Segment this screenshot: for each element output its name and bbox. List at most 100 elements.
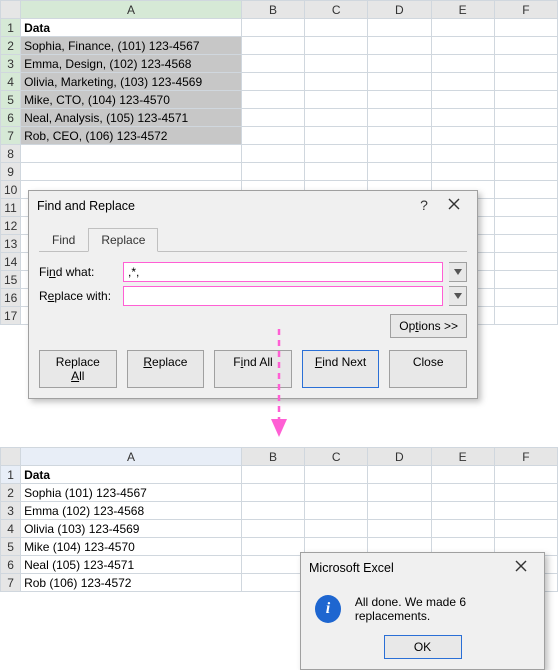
cell[interactable] bbox=[431, 19, 494, 37]
cell[interactable] bbox=[494, 235, 557, 253]
close-icon[interactable] bbox=[506, 559, 536, 577]
row-header[interactable]: 7 bbox=[1, 127, 21, 145]
row-header[interactable]: 4 bbox=[1, 73, 21, 91]
cell[interactable] bbox=[21, 145, 242, 163]
cell-A2[interactable]: Sophia, Finance, (101) 123-4567 bbox=[21, 37, 242, 55]
row-header[interactable]: 14 bbox=[1, 253, 21, 271]
cell-A5[interactable]: Mike, CTO, (104) 123-4570 bbox=[21, 91, 242, 109]
row-header[interactable]: 15 bbox=[1, 271, 21, 289]
cell[interactable] bbox=[494, 271, 557, 289]
cell[interactable] bbox=[368, 466, 431, 484]
cell[interactable] bbox=[305, 19, 368, 37]
row-header[interactable]: 11 bbox=[1, 199, 21, 217]
cell[interactable] bbox=[241, 502, 304, 520]
cell[interactable] bbox=[431, 163, 494, 181]
cell[interactable] bbox=[241, 37, 304, 55]
cell[interactable] bbox=[241, 163, 304, 181]
cell[interactable] bbox=[241, 484, 304, 502]
cell[interactable] bbox=[494, 502, 557, 520]
cell[interactable] bbox=[494, 127, 557, 145]
col-header-E[interactable]: E bbox=[431, 1, 494, 19]
cell[interactable] bbox=[305, 163, 368, 181]
tab-find[interactable]: Find bbox=[39, 228, 88, 252]
row-header[interactable]: 16 bbox=[1, 289, 21, 307]
row-header[interactable]: 6 bbox=[1, 556, 21, 574]
cell-A1[interactable]: Data bbox=[21, 466, 242, 484]
row-header[interactable]: 3 bbox=[1, 55, 21, 73]
help-button[interactable]: ? bbox=[409, 197, 439, 215]
ok-button[interactable]: OK bbox=[384, 635, 462, 659]
cell[interactable] bbox=[305, 91, 368, 109]
cell-A6[interactable]: Neal, Analysis, (105) 123-4571 bbox=[21, 109, 242, 127]
find-history-dropdown[interactable] bbox=[449, 262, 467, 282]
select-all-corner[interactable] bbox=[1, 1, 21, 19]
col-header-B[interactable]: B bbox=[241, 1, 304, 19]
cell[interactable] bbox=[431, 502, 494, 520]
cell[interactable] bbox=[431, 37, 494, 55]
cell[interactable] bbox=[368, 19, 431, 37]
find-what-input[interactable] bbox=[123, 262, 443, 282]
row-header[interactable]: 9 bbox=[1, 163, 21, 181]
cell[interactable] bbox=[368, 520, 431, 538]
cell[interactable] bbox=[494, 55, 557, 73]
tab-replace[interactable]: Replace bbox=[88, 228, 158, 252]
cell[interactable] bbox=[494, 520, 557, 538]
cell[interactable] bbox=[305, 55, 368, 73]
cell[interactable] bbox=[241, 55, 304, 73]
cell[interactable] bbox=[368, 145, 431, 163]
cell[interactable] bbox=[241, 19, 304, 37]
row-header[interactable]: 13 bbox=[1, 235, 21, 253]
select-all-corner[interactable] bbox=[1, 448, 21, 466]
col-header-D[interactable]: D bbox=[368, 448, 431, 466]
row-header[interactable]: 2 bbox=[1, 37, 21, 55]
cell-A5[interactable]: Mike (104) 123-4570 bbox=[21, 538, 242, 556]
cell[interactable] bbox=[305, 109, 368, 127]
col-header-C[interactable]: C bbox=[305, 1, 368, 19]
cell[interactable] bbox=[431, 55, 494, 73]
cell[interactable] bbox=[368, 91, 431, 109]
cell[interactable] bbox=[494, 91, 557, 109]
replace-history-dropdown[interactable] bbox=[449, 286, 467, 306]
cell-A7[interactable]: Rob (106) 123-4572 bbox=[21, 574, 242, 592]
dialog-titlebar[interactable]: Find and Replace ? bbox=[29, 191, 477, 221]
cell[interactable] bbox=[494, 253, 557, 271]
cell[interactable] bbox=[305, 484, 368, 502]
row-header[interactable]: 3 bbox=[1, 502, 21, 520]
row-header[interactable]: 2 bbox=[1, 484, 21, 502]
row-header[interactable]: 7 bbox=[1, 574, 21, 592]
col-header-E[interactable]: E bbox=[431, 448, 494, 466]
cell-A4[interactable]: Olivia (103) 123-4569 bbox=[21, 520, 242, 538]
row-header[interactable]: 10 bbox=[1, 181, 21, 199]
cell[interactable] bbox=[305, 466, 368, 484]
cell[interactable] bbox=[431, 520, 494, 538]
cell[interactable] bbox=[431, 466, 494, 484]
row-header[interactable]: 5 bbox=[1, 538, 21, 556]
col-header-F[interactable]: F bbox=[494, 448, 557, 466]
row-header[interactable]: 1 bbox=[1, 19, 21, 37]
cell[interactable] bbox=[21, 163, 242, 181]
row-header[interactable]: 4 bbox=[1, 520, 21, 538]
cell[interactable] bbox=[368, 73, 431, 91]
cell[interactable] bbox=[494, 145, 557, 163]
cell[interactable] bbox=[368, 55, 431, 73]
cell[interactable] bbox=[241, 127, 304, 145]
cell[interactable] bbox=[305, 145, 368, 163]
cell[interactable] bbox=[241, 145, 304, 163]
cell[interactable] bbox=[494, 37, 557, 55]
col-header-F[interactable]: F bbox=[494, 1, 557, 19]
cell[interactable] bbox=[494, 181, 557, 199]
close-icon[interactable] bbox=[439, 197, 469, 215]
cell[interactable] bbox=[494, 289, 557, 307]
cell[interactable] bbox=[431, 127, 494, 145]
cell[interactable] bbox=[494, 19, 557, 37]
cell-A6[interactable]: Neal (105) 123-4571 bbox=[21, 556, 242, 574]
cell[interactable] bbox=[241, 109, 304, 127]
cell-A3[interactable]: Emma, Design, (102) 123-4568 bbox=[21, 55, 242, 73]
col-header-D[interactable]: D bbox=[368, 1, 431, 19]
cell[interactable] bbox=[494, 73, 557, 91]
cell[interactable] bbox=[431, 109, 494, 127]
col-header-A[interactable]: A bbox=[21, 1, 242, 19]
cell[interactable] bbox=[431, 91, 494, 109]
row-header[interactable]: 5 bbox=[1, 91, 21, 109]
cell[interactable] bbox=[241, 466, 304, 484]
